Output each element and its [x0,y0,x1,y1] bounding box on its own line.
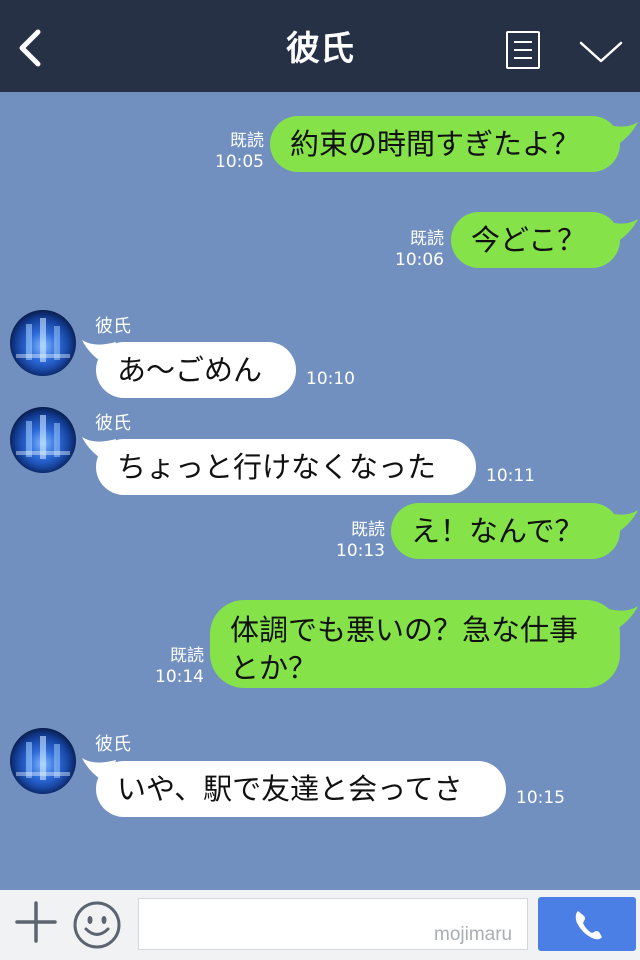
message-time: 10:11 [486,466,535,486]
message-time: 10:13 [336,541,385,561]
contact-avatar[interactable] [10,728,76,794]
watermark: mojimaru [434,924,513,945]
bubble-tail [604,606,638,632]
chat-header: 彼氏 [0,0,640,92]
sender-name: 彼氏 [95,734,131,755]
message-bubble-incoming[interactable]: ちょっと行けなくなった [96,439,476,495]
smile-icon[interactable] [72,900,122,950]
message-meta: 既読 10:14 [150,646,204,688]
message-bubble-outgoing[interactable]: え！なんで？ [391,503,620,559]
message-bubble-incoming[interactable]: いや、駅で友達と会ってさ [96,761,506,817]
read-receipt: 既読 [170,646,204,666]
chat-area[interactable]: 既読 10:05 約束の時間すぎたよ？ 既読 10:06 今どこ？ 彼氏 あ〜ご… [0,92,640,890]
chat-title: 彼氏 [286,29,354,69]
message-bubble-incoming[interactable]: あ〜ごめん [96,342,296,398]
call-button[interactable] [538,897,636,951]
read-receipt: 既読 [351,520,385,540]
sender-name: 彼氏 [95,413,131,434]
read-receipt: 既読 [230,131,264,151]
message-bubble-outgoing[interactable]: 約束の時間すぎたよ？ [270,116,620,172]
message-meta: 既読 10:05 [210,131,264,173]
contact-avatar[interactable] [10,407,76,473]
bubble-tail [604,510,638,536]
message-time: 10:14 [155,667,204,687]
message-time: 10:05 [215,152,264,172]
message-bubble-outgoing[interactable]: 今どこ？ [451,212,620,268]
message-meta: 既読 10:06 [390,229,444,271]
message-bubble-outgoing[interactable]: 体調でも悪いの？急な仕事とか？ [210,600,620,688]
message-time: 10:10 [306,369,355,389]
bubble-tail [604,219,638,245]
read-receipt: 既読 [410,229,444,249]
message-meta: 既読 10:13 [331,520,385,562]
sender-name: 彼氏 [95,316,131,337]
contact-avatar[interactable] [10,310,76,376]
message-time: 10:06 [395,250,444,270]
bubble-tail [604,122,638,148]
plus-icon[interactable] [14,900,58,944]
phone-icon [575,911,602,940]
menu-icon[interactable] [506,31,540,69]
message-time: 10:15 [516,788,565,808]
chevron-down-icon[interactable] [578,38,624,66]
